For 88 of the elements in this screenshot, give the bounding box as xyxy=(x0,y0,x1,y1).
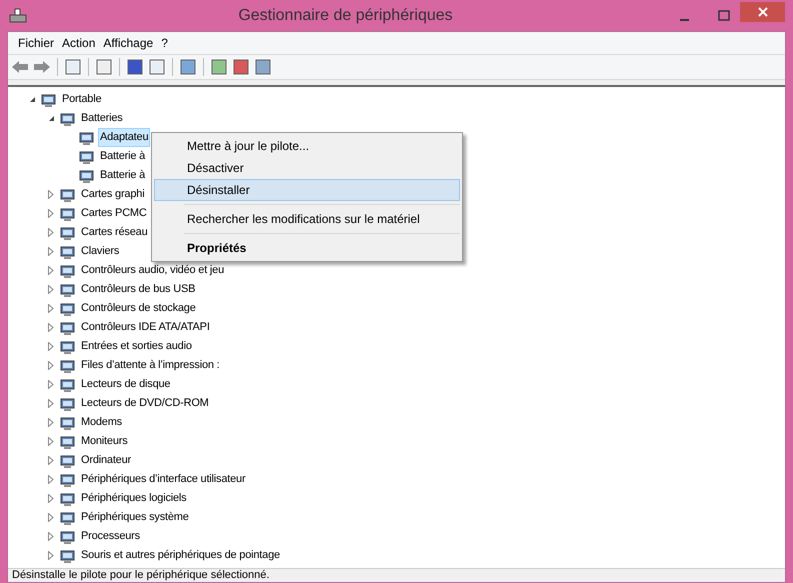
window-title: Gestionnaire de périphériques xyxy=(237,6,454,26)
tree-item[interactable]: Moniteurs xyxy=(79,432,130,451)
tree-item[interactable]: Contrôleurs audio, vidéo et jeu xyxy=(79,261,226,280)
close-button[interactable] xyxy=(740,2,785,22)
device-icon xyxy=(60,510,76,526)
collapse-arrow-icon[interactable] xyxy=(28,96,36,103)
context-menu-item[interactable]: Propriétés xyxy=(154,237,460,259)
expand-arrow-icon[interactable] xyxy=(48,361,54,370)
close-icon xyxy=(758,6,768,16)
device-icon xyxy=(60,358,76,374)
context-menu-item[interactable]: Rechercher les modifications sur le matériel xyxy=(154,208,460,230)
device-icon xyxy=(79,148,95,164)
device-icon xyxy=(79,130,95,146)
app-icon xyxy=(9,8,27,24)
expand-arrow-icon[interactable] xyxy=(48,304,54,313)
expand-arrow-icon[interactable] xyxy=(48,456,54,465)
tree-item[interactable]: Batterie à xyxy=(98,166,148,185)
menu-item[interactable]: ? xyxy=(157,34,172,52)
context-menu-item[interactable]: Mettre à jour le pilote... xyxy=(154,135,460,157)
device-icon xyxy=(60,434,76,450)
expand-arrow-icon[interactable] xyxy=(48,475,54,484)
tree-item[interactable]: Entrées et sorties audio xyxy=(79,337,194,356)
tree-item[interactable]: Portable xyxy=(60,90,104,109)
device-icon xyxy=(60,244,76,260)
tree-item[interactable]: Batterie à xyxy=(98,147,148,166)
device-icon xyxy=(79,168,95,184)
device-icon xyxy=(60,490,76,506)
tree-item[interactable]: Cartes PCMC xyxy=(79,204,149,223)
tree-item[interactable]: Lecteurs de DVD/CD-ROM xyxy=(79,394,211,413)
device-icon xyxy=(60,206,76,222)
expand-arrow-icon[interactable] xyxy=(48,266,54,275)
tree-item[interactable]: Ordinateur xyxy=(79,451,133,470)
tree-item[interactable]: Contrôleurs de bus USB xyxy=(79,280,198,299)
tree-item[interactable]: Cartes réseau xyxy=(79,223,150,242)
device-icon xyxy=(60,110,76,126)
expand-arrow-icon[interactable] xyxy=(48,342,54,351)
menu-item[interactable]: Fichier xyxy=(14,34,58,52)
device-icon xyxy=(60,548,76,564)
device-icon xyxy=(60,396,76,412)
device-icon xyxy=(60,376,76,392)
device-icon xyxy=(41,92,57,108)
expand-arrow-icon[interactable] xyxy=(48,380,54,389)
tree-item[interactable]: Souris et autres périphériques de pointage xyxy=(79,546,282,565)
tree-item[interactable]: Batteries xyxy=(79,109,125,128)
expand-arrow-icon[interactable] xyxy=(48,513,54,522)
menu-item[interactable]: Affichage xyxy=(99,34,158,52)
device-icon xyxy=(60,414,76,430)
expand-arrow-icon[interactable] xyxy=(48,494,54,503)
forward-arrow-icon[interactable] xyxy=(33,60,51,74)
device-icon xyxy=(60,528,76,544)
device-icon xyxy=(60,282,76,298)
expand-arrow-icon[interactable] xyxy=(48,418,54,427)
device-icon xyxy=(60,224,76,240)
expand-arrow-icon[interactable] xyxy=(48,399,54,408)
expand-arrow-icon[interactable] xyxy=(48,285,54,294)
tree-item[interactable]: Processeurs xyxy=(79,527,142,546)
expand-arrow-icon[interactable] xyxy=(48,437,54,446)
context-menu-item[interactable]: Désinstaller xyxy=(154,179,460,201)
status-text: Désinstalle le pilote pour le périphérique sélectionné. xyxy=(12,569,270,582)
expand-arrow-icon[interactable] xyxy=(48,228,54,237)
expand-arrow-icon[interactable] xyxy=(48,247,54,256)
expand-arrow-icon[interactable] xyxy=(48,551,54,560)
collapse-arrow-icon[interactable] xyxy=(48,115,54,122)
context-menu-item[interactable]: Désactiver xyxy=(154,157,460,179)
tree-item[interactable]: Périphériques système xyxy=(79,508,191,527)
menu-item[interactable]: Action xyxy=(58,34,100,52)
back-arrow-icon[interactable] xyxy=(11,60,29,74)
device-icon xyxy=(60,472,76,488)
device-icon xyxy=(60,452,76,468)
expand-arrow-icon[interactable] xyxy=(48,532,54,541)
device-icon xyxy=(60,186,76,202)
device-icon xyxy=(60,338,76,354)
tree-item[interactable]: Lecteurs de disque xyxy=(79,375,172,394)
tree-item[interactable]: Périphériques d’interface utilisateur xyxy=(79,470,248,489)
expand-arrow-icon[interactable] xyxy=(48,190,54,199)
tree-item[interactable]: Contrôleurs IDE ATA/ATAPI xyxy=(79,318,212,337)
tree-item[interactable]: Cartes graphi xyxy=(79,185,146,204)
expand-arrow-icon[interactable] xyxy=(48,209,54,218)
tree-item[interactable]: Claviers xyxy=(79,242,122,261)
device-icon xyxy=(60,320,76,336)
tree-item[interactable]: Contrôleurs de stockage xyxy=(79,299,198,318)
expand-arrow-icon[interactable] xyxy=(48,323,54,332)
tree-item[interactable]: Modems xyxy=(79,413,124,432)
device-icon xyxy=(60,262,76,278)
tree-item[interactable]: Adaptateu xyxy=(98,128,150,147)
tree-item[interactable]: Files d’attente à l’impression : xyxy=(79,356,222,375)
device-icon xyxy=(60,300,76,316)
tree-item[interactable]: Périphériques logiciels xyxy=(79,489,188,508)
